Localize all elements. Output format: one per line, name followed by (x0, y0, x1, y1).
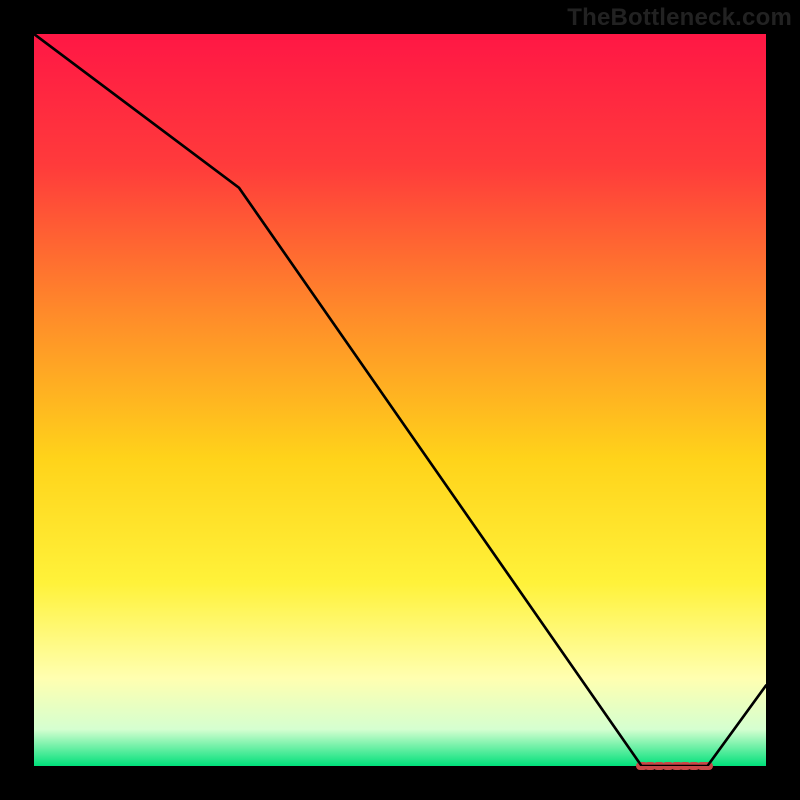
chart-frame: TheBottleneck.com (0, 0, 800, 800)
plot-area (34, 34, 766, 766)
data-line-overlay (34, 34, 766, 766)
attribution-label: TheBottleneck.com (567, 4, 792, 32)
